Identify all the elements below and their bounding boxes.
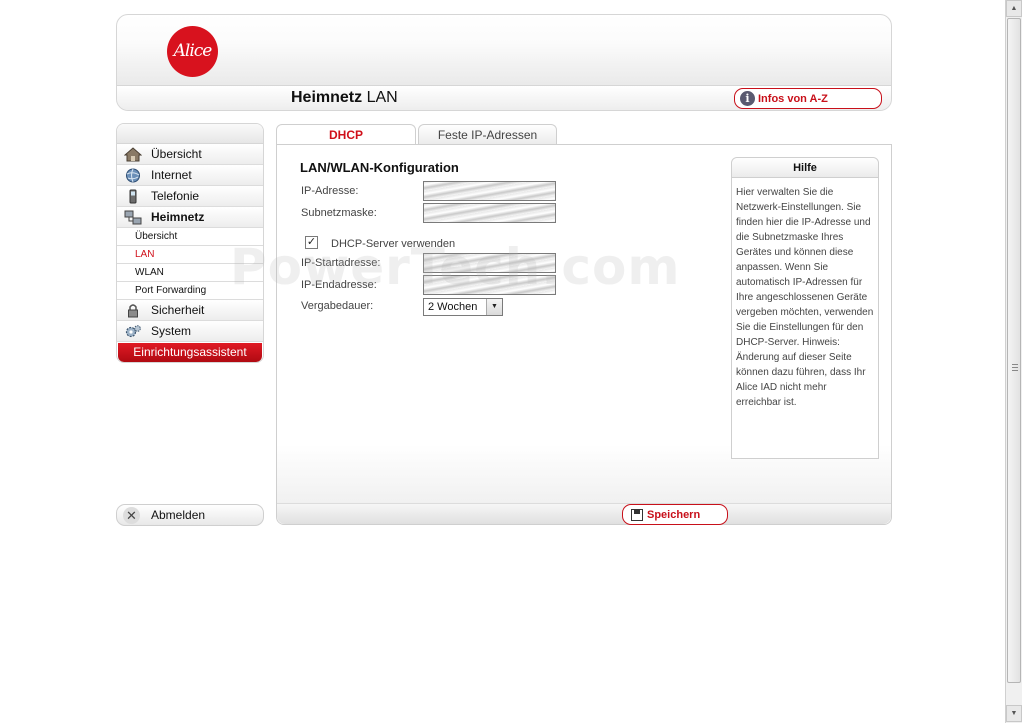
close-icon: ✕ — [123, 507, 140, 524]
tab-dhcp[interactable]: DHCP — [276, 124, 416, 146]
subnet-mask-input[interactable] — [423, 203, 556, 223]
section-title: LAN/WLAN-Konfiguration — [300, 160, 459, 175]
sidebar-item-heimnetz[interactable]: Heimnetz — [117, 207, 263, 228]
grip-icon — [1012, 364, 1018, 371]
logo-text: Alice — [173, 41, 213, 61]
ip-address-label: IP-Adresse: — [301, 185, 359, 197]
sidebar-subitem-lan[interactable]: LAN — [117, 246, 263, 264]
sidebar-item-label: Telefonie — [151, 189, 200, 203]
scroll-up-icon[interactable]: ▲ — [1006, 0, 1022, 17]
lease-duration-select[interactable]: 2 Wochen ▼ — [423, 298, 503, 316]
ip-end-input[interactable] — [423, 275, 556, 295]
alice-logo[interactable]: Alice — [167, 26, 218, 77]
sidebar-item-telefonie[interactable]: Telefonie — [117, 186, 263, 207]
page-title: Heimnetz LAN — [291, 89, 398, 107]
sidebar-item-label: Übersicht — [151, 147, 202, 161]
lease-duration-value: 2 Wochen — [428, 301, 478, 313]
ip-start-label: IP-Startadresse: — [301, 257, 381, 269]
sidebar-header — [117, 124, 263, 144]
setup-wizard-button[interactable]: Einrichtungsassistent — [118, 343, 262, 362]
sidebar-item-label: System — [151, 324, 192, 338]
dhcp-server-label: DHCP-Server verwenden — [331, 238, 456, 250]
sidebar-item-label: Internet — [151, 168, 192, 182]
logout-button[interactable]: ✕ Abmelden — [116, 504, 264, 526]
ip-end-label: IP-Endadresse: — [301, 279, 377, 291]
sidebar-subitem-wlan[interactable]: WLAN — [117, 264, 263, 282]
sidebar-item-label: Heimnetz — [151, 210, 205, 224]
help-panel: Hilfe Hier verwalten Sie die Netzwerk-Ei… — [731, 157, 879, 459]
home-icon — [124, 147, 142, 162]
sidebar-item-uebersicht[interactable]: Übersicht — [117, 144, 263, 165]
info-az-button[interactable]: i Infos von A-Z — [734, 88, 882, 109]
help-text: Hier verwalten Sie die Netzwerk-Einstell… — [736, 187, 874, 408]
sidebar-item-internet[interactable]: Internet — [117, 165, 263, 186]
subnet-mask-label: Subnetzmaske: — [301, 207, 377, 219]
sidebar-subitem-label: LAN — [135, 249, 155, 260]
page-title-page: LAN — [362, 89, 398, 106]
info-icon: i — [740, 91, 755, 106]
scroll-down-icon[interactable]: ▼ — [1006, 705, 1022, 722]
tab-label: Feste IP-Adressen — [437, 128, 538, 142]
dhcp-server-checkbox[interactable]: ✓ — [305, 236, 318, 249]
content-footer — [277, 503, 891, 524]
tab-feste-ip-adressen[interactable]: Feste IP-Adressen — [418, 124, 557, 145]
sidebar-item-system[interactable]: System — [117, 321, 263, 342]
logout-label: Abmelden — [151, 508, 206, 522]
ip-address-input[interactable] — [423, 181, 556, 201]
ip-start-input[interactable] — [423, 253, 556, 273]
page-title-section: Heimnetz — [291, 89, 363, 106]
gear-icon — [125, 325, 141, 338]
save-button[interactable]: Speichern — [622, 504, 728, 525]
chevron-down-icon: ▼ — [486, 299, 502, 315]
sidebar-subitem-label: Port Forwarding — [135, 285, 207, 296]
lease-duration-label: Vergabedauer: — [301, 300, 374, 312]
scrollbar-thumb[interactable] — [1007, 18, 1021, 683]
sidebar-subitem-uebersicht[interactable]: Übersicht — [117, 228, 263, 246]
save-label: Speichern — [647, 508, 701, 521]
sidebar-item-sicherheit[interactable]: Sicherheit — [117, 300, 263, 321]
globe-icon — [126, 168, 140, 183]
sidebar-item-label: Sicherheit — [151, 303, 205, 317]
help-title: Hilfe — [732, 158, 878, 178]
phone-icon — [129, 189, 137, 204]
info-az-label: Infos von A-Z — [758, 92, 828, 105]
sidebar: Übersicht Internet Telefonie Heimnetz Üb… — [116, 123, 264, 363]
tab-label: DHCP — [328, 128, 363, 142]
sidebar-subitem-label: WLAN — [135, 267, 164, 278]
lock-icon — [128, 304, 138, 318]
network-icon — [124, 210, 142, 225]
vertical-scrollbar[interactable]: ▲ ▼ — [1005, 0, 1022, 723]
save-icon — [631, 508, 643, 521]
sidebar-subitem-label: Übersicht — [135, 231, 178, 242]
sidebar-subitem-port-forwarding[interactable]: Port Forwarding — [117, 282, 263, 300]
